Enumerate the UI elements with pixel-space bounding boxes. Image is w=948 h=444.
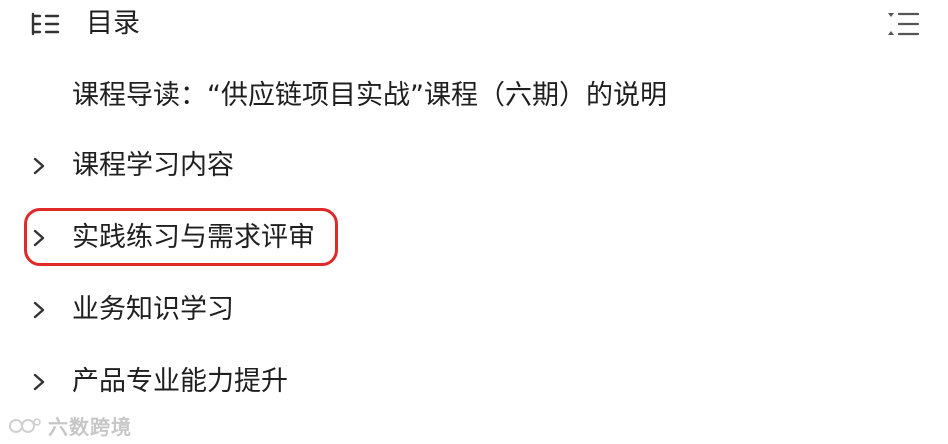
toc-item-product-skills[interactable]: 产品专业能力提升 [0,356,948,408]
toc-item-business-knowledge[interactable]: 业务知识学习 [0,284,948,336]
table-of-contents-icon [31,12,60,36]
toc-header: 目录 [0,0,948,48]
toc-item-practice-review[interactable]: 实践练习与需求评审 [0,212,948,264]
toc-item-label: 业务知识学习 [72,294,234,325]
toc-item-label: 课程导读：“供应链项目实战”课程（六期）的说明 [72,80,667,111]
chevron-right-icon[interactable] [32,228,46,248]
toc-item-label: 产品专业能力提升 [72,366,288,397]
collapse-all-icon[interactable] [884,10,920,38]
toc-item-course-intro[interactable]: 课程导读：“供应链项目实战”课程（六期）的说明 [0,70,948,122]
toc-item-label: 课程学习内容 [72,150,234,181]
toc-item-course-content[interactable]: 课程学习内容 [0,140,948,192]
chevron-right-icon[interactable] [32,156,46,176]
chevron-right-icon[interactable] [32,372,46,392]
toc-title: 目录 [86,8,140,39]
toc-item-label: 实践练习与需求评审 [72,222,315,253]
watermark-logo-icon [9,418,41,433]
watermark: 六数跨境 [8,412,132,439]
watermark-text: 六数跨境 [48,414,132,439]
chevron-right-icon[interactable] [32,300,46,320]
